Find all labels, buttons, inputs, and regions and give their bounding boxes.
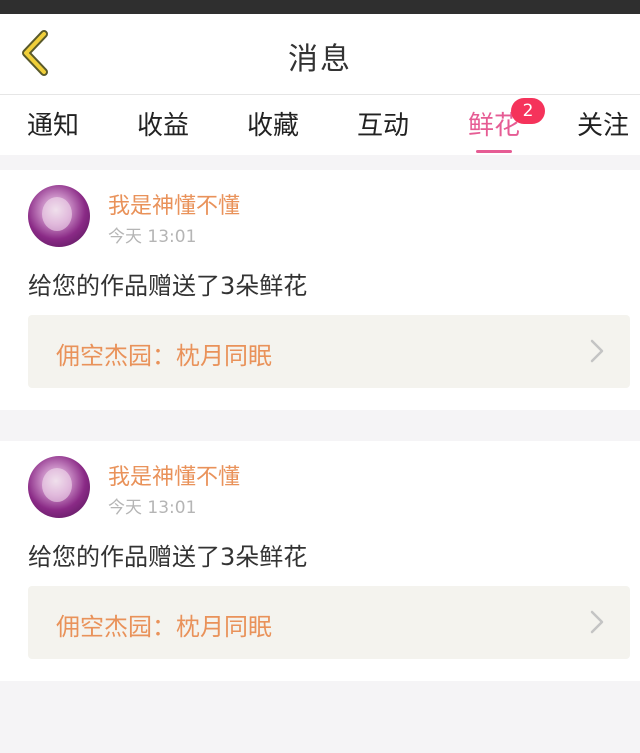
work-title: 佣空杰园：枕月同眠 xyxy=(56,342,272,370)
tab-label: 关注 xyxy=(576,111,629,141)
message-text: 给您的作品赠送了3朵鲜花 xyxy=(28,272,308,300)
tab-follow[interactable]: 关注 xyxy=(558,105,640,142)
tab-notice[interactable]: 通知 xyxy=(8,105,98,142)
tab-earnings[interactable]: 收益 xyxy=(118,105,208,142)
chevron-right-icon xyxy=(590,339,604,363)
username[interactable]: 我是神懂不懂 xyxy=(108,188,240,220)
active-tab-indicator xyxy=(476,150,512,153)
tab-bar: 通知 收益 收藏 互动 鲜花 2 关注 xyxy=(0,95,640,155)
username[interactable]: 我是神懂不懂 xyxy=(108,459,240,491)
notification-card: 我是神懂不懂 今天 13:01 给您的作品赠送了3朵鲜花 佣空杰园：枕月同眠 xyxy=(0,441,640,681)
tab-label: 收藏 xyxy=(246,111,299,141)
message-text: 给您的作品赠送了3朵鲜花 xyxy=(28,543,308,571)
work-link[interactable]: 佣空杰园：枕月同眠 xyxy=(28,586,630,659)
unread-badge: 2 xyxy=(511,98,545,124)
work-link[interactable]: 佣空杰园：枕月同眠 xyxy=(28,315,630,388)
notification-card: 我是神懂不懂 今天 13:01 给您的作品赠送了3朵鲜花 佣空杰园：枕月同眠 xyxy=(0,170,640,410)
avatar[interactable] xyxy=(28,456,90,518)
status-bar xyxy=(0,0,640,14)
timestamp: 今天 13:01 xyxy=(108,498,197,518)
tab-label: 通知 xyxy=(26,111,79,141)
tab-interaction[interactable]: 互动 xyxy=(338,105,428,142)
tab-favorites[interactable]: 收藏 xyxy=(228,105,318,142)
tab-flowers[interactable]: 鲜花 2 xyxy=(449,98,545,153)
work-title: 佣空杰园：枕月同眠 xyxy=(56,613,272,641)
avatar[interactable] xyxy=(28,185,90,247)
header-bar: 消息 xyxy=(0,14,640,95)
tab-label: 收益 xyxy=(136,111,189,141)
timestamp: 今天 13:01 xyxy=(108,227,197,247)
page-title: 消息 xyxy=(288,42,352,77)
tab-label: 互动 xyxy=(356,111,409,141)
chevron-right-icon xyxy=(590,610,604,634)
